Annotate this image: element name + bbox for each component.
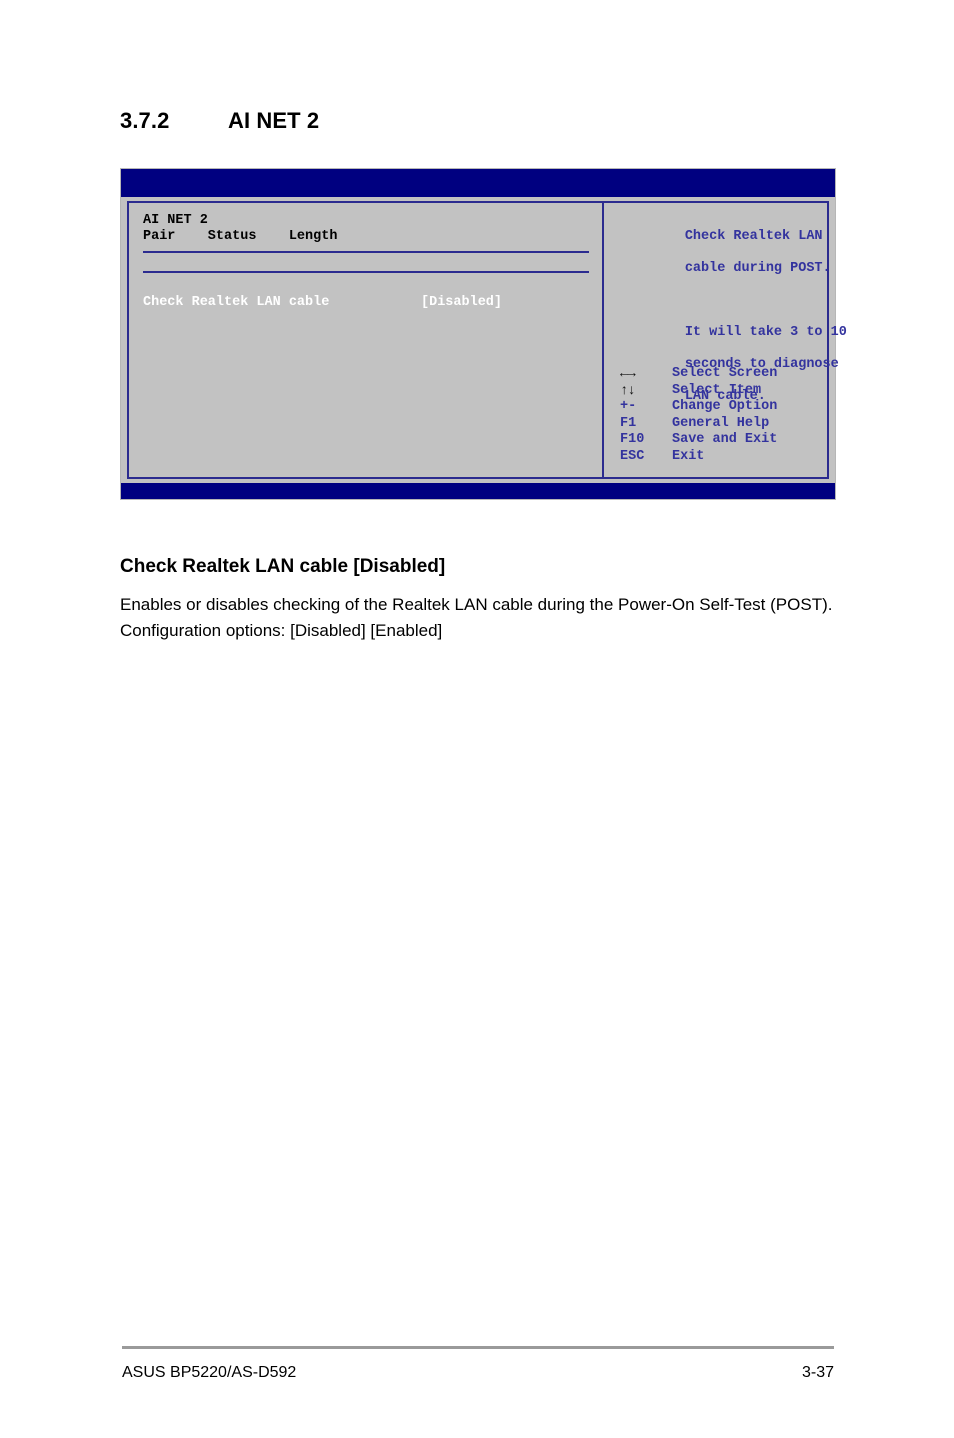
bios-top-bar xyxy=(121,169,835,197)
help-line-1: Check Realtek LAN xyxy=(684,229,823,244)
legend-row: ←→ Select Screen xyxy=(620,366,777,383)
footer-product-name: ASUS BP5220/AS-D592 xyxy=(122,1364,297,1381)
legend-row: ESC Exit xyxy=(620,449,777,466)
description-config-options: Configuration options: [Disabled] [Enabl… xyxy=(120,621,443,640)
bios-bottom-bar xyxy=(121,483,835,499)
up-down-arrows-icon: ↑↓ xyxy=(620,382,636,399)
f10-key: F10 xyxy=(620,432,645,447)
description-heading: Check Realtek LAN cable [Disabled] xyxy=(120,556,446,577)
bios-body: AI NET 2 Pair Status Length Check Realte… xyxy=(127,201,847,479)
bios-option-label: Check Realtek LAN cable xyxy=(143,295,330,310)
legend-description: Save and Exit xyxy=(672,432,778,447)
legend-description: General Help xyxy=(672,415,770,431)
legend-description: Select Item xyxy=(672,382,762,398)
legend-description: Select Screen xyxy=(672,366,778,381)
bios-column-headers: Pair Status Length xyxy=(143,229,338,244)
esc-key: ESC xyxy=(620,448,645,464)
page-footer: ASUS BP5220/AS-D592 3-37 xyxy=(122,1364,834,1382)
footer-page-number: 3-37 xyxy=(801,1364,834,1381)
plus-minus-key: +- xyxy=(620,399,637,414)
section-heading: 3.7.2 AI NET 2 xyxy=(120,108,820,134)
legend-description: Exit xyxy=(672,448,705,464)
bios-panel-title: AI NET 2 xyxy=(143,213,208,228)
left-right-arrows-icon: ←→ xyxy=(620,366,636,382)
description-block: Check Realtek LAN cable [Disabled] Enabl… xyxy=(120,556,840,644)
bios-key-legend: ←→ Select Screen ↑↓ Select Item +- Chang… xyxy=(620,366,777,465)
separator-gap xyxy=(143,253,602,265)
legend-row: +- Change Option xyxy=(620,399,777,416)
separator-line-bottom xyxy=(143,271,589,273)
help-blank-line xyxy=(620,293,847,309)
footer-divider xyxy=(122,1346,834,1349)
legend-description: Change Option xyxy=(672,399,778,414)
help-line-2: cable during POST. xyxy=(684,261,831,276)
f1-key: F1 xyxy=(620,415,637,431)
bios-option-value[interactable]: [Disabled] xyxy=(421,295,502,311)
legend-row: F1 General Help xyxy=(620,416,777,433)
help-line-3: It will take 3 to 10 xyxy=(684,325,847,340)
bios-config-pane: AI NET 2 Pair Status Length Check Realte… xyxy=(129,203,604,477)
section-number: 3.7.2 xyxy=(120,108,170,133)
legend-row: ↑↓ Select Item xyxy=(620,383,777,400)
description-paragraph: Enables or disables checking of the Real… xyxy=(120,595,833,614)
bios-setup-screenshot: AI NET 2 Pair Status Length Check Realte… xyxy=(120,168,847,500)
legend-row: F10 Save and Exit xyxy=(620,432,777,449)
section-title: AI NET 2 xyxy=(228,108,320,133)
bios-help-pane: Check Realtek LAN cable during POST. It … xyxy=(604,203,847,477)
bios-option-row-check-realtek-lan-cable[interactable]: Check Realtek LAN cable [Disabled] xyxy=(143,295,602,311)
